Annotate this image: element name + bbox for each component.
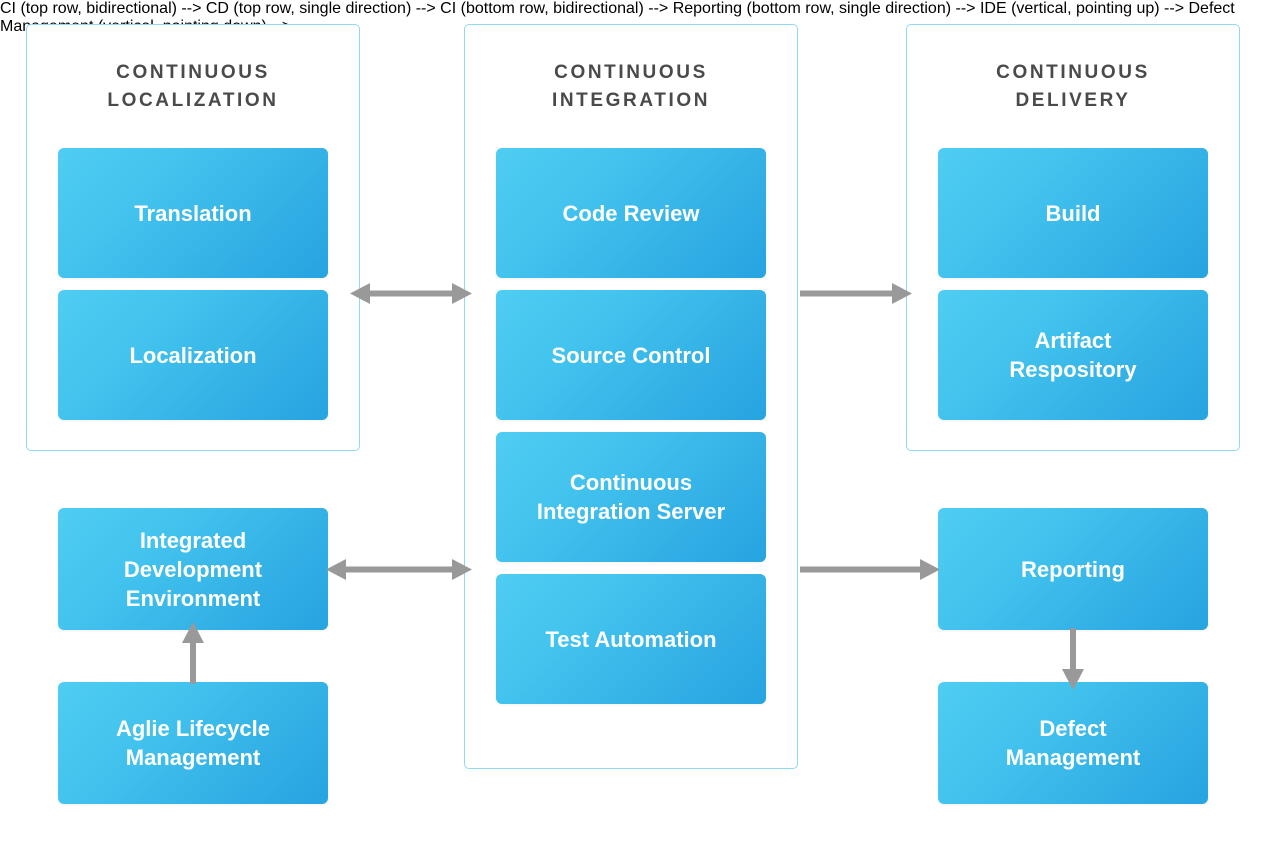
node-continuous-integration-server[interactable]: Continuous Integration Server	[496, 432, 766, 562]
connector-alm-to-ide	[176, 622, 210, 684]
panel-title-continuous-delivery: CONTINUOUS DELIVERY	[996, 62, 1150, 111]
node-build[interactable]: Build	[938, 148, 1208, 278]
node-code-review[interactable]: Code Review	[496, 148, 766, 278]
node-localization[interactable]: Localization	[58, 290, 328, 420]
node-artifact-repository[interactable]: Artifact Respository	[938, 290, 1208, 420]
node-integrated-development-environment[interactable]: Integrated Development Environment	[58, 508, 328, 630]
node-defect-management[interactable]: Defect Management	[938, 682, 1208, 804]
connector-ci-to-reporting	[800, 554, 940, 588]
node-agile-lifecycle-management[interactable]: Aglie Lifecycle Management	[58, 682, 328, 804]
diagram-canvas: CONTINUOUS LOCALIZATION Translation Loca…	[0, 0, 1288, 846]
node-translation[interactable]: Translation	[58, 148, 328, 278]
node-test-automation[interactable]: Test Automation	[496, 574, 766, 704]
node-source-control[interactable]: Source Control	[496, 290, 766, 420]
panel-title-continuous-integration: CONTINUOUS INTEGRATION	[551, 62, 711, 111]
connector-ide-to-ci	[326, 554, 472, 588]
connector-ci-to-cd	[800, 278, 912, 312]
connector-cl-to-ci	[350, 278, 472, 312]
panel-title-continuous-localization: CONTINUOUS LOCALIZATION	[107, 62, 279, 111]
node-reporting[interactable]: Reporting	[938, 508, 1208, 630]
connector-reporting-to-defect	[1056, 628, 1090, 690]
